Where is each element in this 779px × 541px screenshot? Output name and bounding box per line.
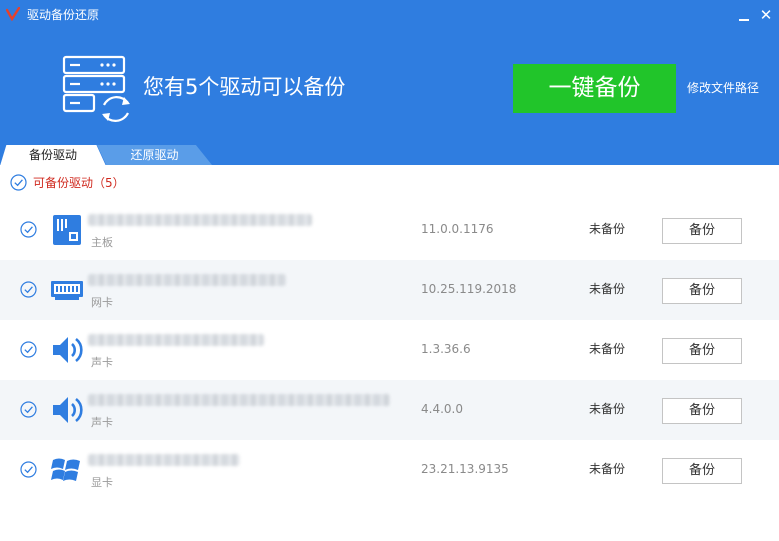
driver-name-redacted xyxy=(88,274,286,286)
row-checkbox[interactable] xyxy=(20,461,37,478)
backup-status: 未备份 xyxy=(589,222,626,236)
driver-row: 显卡 23.21.13.9135 未备份 备份 xyxy=(0,440,779,500)
backup-button[interactable]: 备份 xyxy=(662,278,742,304)
driver-row: 声卡 1.3.36.6 未备份 备份 xyxy=(0,320,779,380)
driver-name-redacted xyxy=(88,334,264,346)
backup-button[interactable]: 备份 xyxy=(662,398,742,424)
app-logo-icon xyxy=(6,7,20,21)
tab-restore-drivers[interactable]: 还原驱动 xyxy=(97,145,212,165)
backup-button[interactable]: 备份 xyxy=(662,218,742,244)
row-checkbox[interactable] xyxy=(20,221,37,238)
server-backup-icon xyxy=(62,55,130,122)
change-path-link[interactable]: 修改文件路径 xyxy=(687,81,759,95)
driver-name-redacted xyxy=(88,394,390,406)
header-banner: 驱动备份还原 ✕ 您有5个驱动可以备份 一键备份 修改文件路径 xyxy=(0,0,779,165)
section-title: 可备份驱动（5） xyxy=(33,176,125,190)
row-checkbox[interactable] xyxy=(20,401,37,418)
speaker-icon xyxy=(53,397,83,423)
device-type: 显卡 xyxy=(91,476,113,489)
window-title: 驱动备份还原 xyxy=(27,8,100,22)
device-type: 声卡 xyxy=(91,356,113,369)
driver-row: 网卡 10.25.119.2018 未备份 备份 xyxy=(0,260,779,320)
device-type: 主板 xyxy=(91,236,113,249)
driver-name-redacted xyxy=(88,454,240,466)
row-checkbox[interactable] xyxy=(20,281,37,298)
network-card-icon xyxy=(51,281,83,300)
driver-row: 声卡 4.4.0.0 未备份 备份 xyxy=(0,380,779,440)
minimize-button[interactable] xyxy=(735,6,753,24)
backup-button[interactable]: 备份 xyxy=(662,458,742,484)
driver-row: 主板 11.0.0.1176 未备份 备份 xyxy=(0,200,779,260)
close-button[interactable]: ✕ xyxy=(757,6,775,24)
speaker-icon xyxy=(53,337,83,363)
driver-version: 11.0.0.1176 xyxy=(421,222,494,236)
driver-version: 4.4.0.0 xyxy=(421,402,463,416)
driver-name-redacted xyxy=(88,214,312,226)
backup-status: 未备份 xyxy=(589,402,626,416)
driver-version: 23.21.13.9135 xyxy=(421,462,509,476)
row-checkbox[interactable] xyxy=(20,341,37,358)
backup-status: 未备份 xyxy=(589,462,626,476)
windows-icon xyxy=(51,458,80,481)
one-click-backup-button[interactable]: 一键备份 xyxy=(513,64,676,113)
driver-version: 1.3.36.6 xyxy=(421,342,471,356)
backup-button[interactable]: 备份 xyxy=(662,338,742,364)
device-type: 网卡 xyxy=(91,296,113,309)
title-bar: 驱动备份还原 ✕ xyxy=(0,0,779,30)
motherboard-icon xyxy=(53,215,81,245)
driver-version: 10.25.119.2018 xyxy=(421,282,517,296)
tab-backup-drivers[interactable]: 备份驱动 xyxy=(0,145,106,166)
drivers-available-headline: 您有5个驱动可以备份 xyxy=(143,75,346,99)
backup-status: 未备份 xyxy=(589,342,626,356)
select-all-checkbox[interactable] xyxy=(10,174,27,191)
device-type: 声卡 xyxy=(91,416,113,429)
backup-status: 未备份 xyxy=(589,282,626,296)
